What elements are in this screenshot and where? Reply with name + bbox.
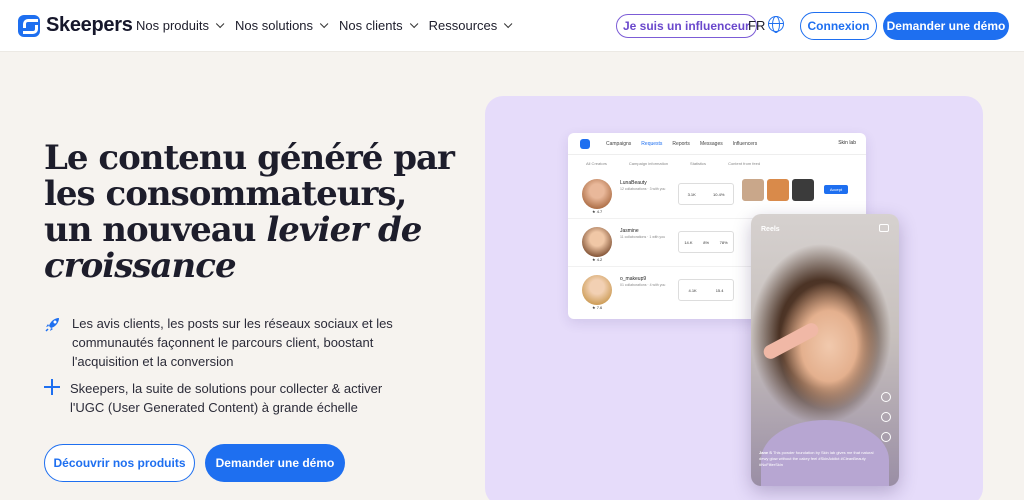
- thumbnail: [792, 179, 814, 201]
- rocket-icon: [44, 315, 62, 333]
- reel-label: Reels: [761, 226, 780, 233]
- feature-item: Les avis clients, les posts sur les rése…: [44, 314, 404, 371]
- menu-label: Nos produits: [136, 18, 209, 33]
- logo-icon: [18, 14, 40, 37]
- discover-products-button[interactable]: Découvrir nos produits: [44, 444, 195, 482]
- dashboard-tab: Influencers: [732, 141, 758, 147]
- table-row: ★ 4.7 LunaBeauty 12 collaborations · 3 w…: [568, 173, 866, 219]
- title-line: un nouveau: [44, 210, 267, 250]
- dashboard-tab: Campaigns: [606, 141, 632, 147]
- request-demo-button[interactable]: Demander une démo: [205, 444, 345, 482]
- dashboard-user: Skin lab: [838, 140, 856, 146]
- stat-value: 8%: [703, 239, 709, 245]
- table-header: Campaign information: [628, 161, 669, 166]
- stat-value: 4.1K: [688, 287, 697, 293]
- reel-actions: [881, 392, 891, 442]
- stats-box: 14.K 8% 78%: [678, 231, 734, 253]
- stat-value: 3.1K: [687, 191, 696, 197]
- content-thumbnails: [742, 179, 814, 201]
- caption-author: Jane S: [759, 450, 772, 455]
- creator-name: o_makeup9: [620, 276, 647, 282]
- feature-text: Les avis clients, les posts sur les rése…: [72, 316, 393, 369]
- request-demo-button-nav[interactable]: Demander une démo: [883, 12, 1009, 40]
- heart-icon: [881, 392, 891, 402]
- reel-caption: Jane S This powder foundation by Skin la…: [759, 450, 877, 468]
- menu-label: Nos solutions: [234, 18, 314, 33]
- globe-icon[interactable]: [768, 16, 784, 33]
- dashboard-tab: Messages: [699, 141, 723, 147]
- chevron-down-icon: [215, 19, 225, 28]
- feature-text: Skeepers, la suite de solutions pour col…: [70, 381, 383, 415]
- rating: ★ 4.7: [592, 209, 603, 214]
- login-button[interactable]: Connexion: [800, 12, 877, 40]
- accept-button: Accept: [824, 185, 848, 194]
- menu-label: Ressources: [428, 18, 498, 33]
- table-header: Statistics: [690, 161, 707, 166]
- dashboard-tab-active: Requests: [641, 141, 663, 147]
- logo-text: Skeepers: [46, 14, 133, 36]
- reel-preview: Reels Jane S This powder foundation by S…: [751, 214, 899, 486]
- stat-value: 14.K: [684, 239, 693, 245]
- creator-name: Jasmine: [620, 228, 639, 234]
- stats-box: 4.1K 15.4: [678, 279, 734, 301]
- stats-box: 3.1K 10.4%: [678, 183, 734, 205]
- menu-label: Nos clients: [339, 18, 403, 33]
- share-icon: [881, 432, 891, 442]
- creator-sub: 01 collaborations · 4 with you: [620, 283, 666, 287]
- avatar: [582, 179, 612, 209]
- dashboard-logo-icon: [580, 139, 590, 149]
- title-italic: croissance: [44, 246, 237, 286]
- avatar: [582, 275, 612, 305]
- creator-name: LunaBeauty: [620, 180, 647, 186]
- dashboard-tab: Reports: [672, 141, 690, 147]
- stat-value: 10.4%: [713, 191, 725, 197]
- menu-item-resources[interactable]: Ressources: [428, 18, 513, 33]
- chevron-down-icon: [319, 19, 329, 28]
- plus-icon: [44, 379, 60, 395]
- main-menu: Nos produits Nos solutions Nos clients R…: [136, 18, 513, 33]
- rating: ★ 4.2: [592, 257, 603, 262]
- dashboard-tabs: Campaigns Requests Reports Messages Infl…: [606, 141, 757, 147]
- chevron-down-icon: [409, 19, 418, 28]
- feature-item: Skeepers, la suite de solutions pour col…: [44, 379, 404, 417]
- title-line: Le contenu généré par: [44, 138, 455, 178]
- title-italic: levier de: [266, 210, 422, 250]
- title-line: les consommateurs,: [44, 174, 407, 214]
- creator-sub: 12 collaborations · 3 with you: [620, 187, 666, 191]
- creator-sub: 11 collaborations · 1 with you: [620, 235, 666, 239]
- comment-icon: [881, 412, 891, 422]
- skeepers-logo[interactable]: Skeepers: [18, 14, 133, 37]
- influencer-button[interactable]: Je suis un influenceur: [616, 14, 757, 38]
- language-selector[interactable]: FR: [748, 18, 765, 33]
- hero-title: Le contenu généré par les consommateurs,…: [44, 140, 464, 284]
- avatar: [582, 227, 612, 257]
- table-header: Content from feed: [728, 161, 761, 166]
- chevron-down-icon: [504, 19, 513, 28]
- camera-icon: [879, 224, 889, 232]
- table-header: All Creators: [586, 161, 607, 166]
- menu-item-clients[interactable]: Nos clients: [339, 18, 418, 33]
- stat-value: 15.4: [715, 287, 724, 293]
- thumbnail: [742, 179, 764, 201]
- menu-item-solutions[interactable]: Nos solutions: [234, 18, 329, 33]
- stat-value: 78%: [719, 239, 728, 245]
- menu-item-products[interactable]: Nos produits: [136, 18, 225, 33]
- makeup-brush: [761, 320, 821, 362]
- dashboard-table-header: All Creators Campaign information Statis…: [586, 161, 760, 166]
- thumbnail: [767, 179, 789, 201]
- dashboard-nav: Campaigns Requests Reports Messages Infl…: [568, 133, 866, 155]
- top-nav: Skeepers Nos produits Nos solutions Nos …: [0, 0, 1024, 52]
- rating: ★ 7.6: [592, 305, 603, 310]
